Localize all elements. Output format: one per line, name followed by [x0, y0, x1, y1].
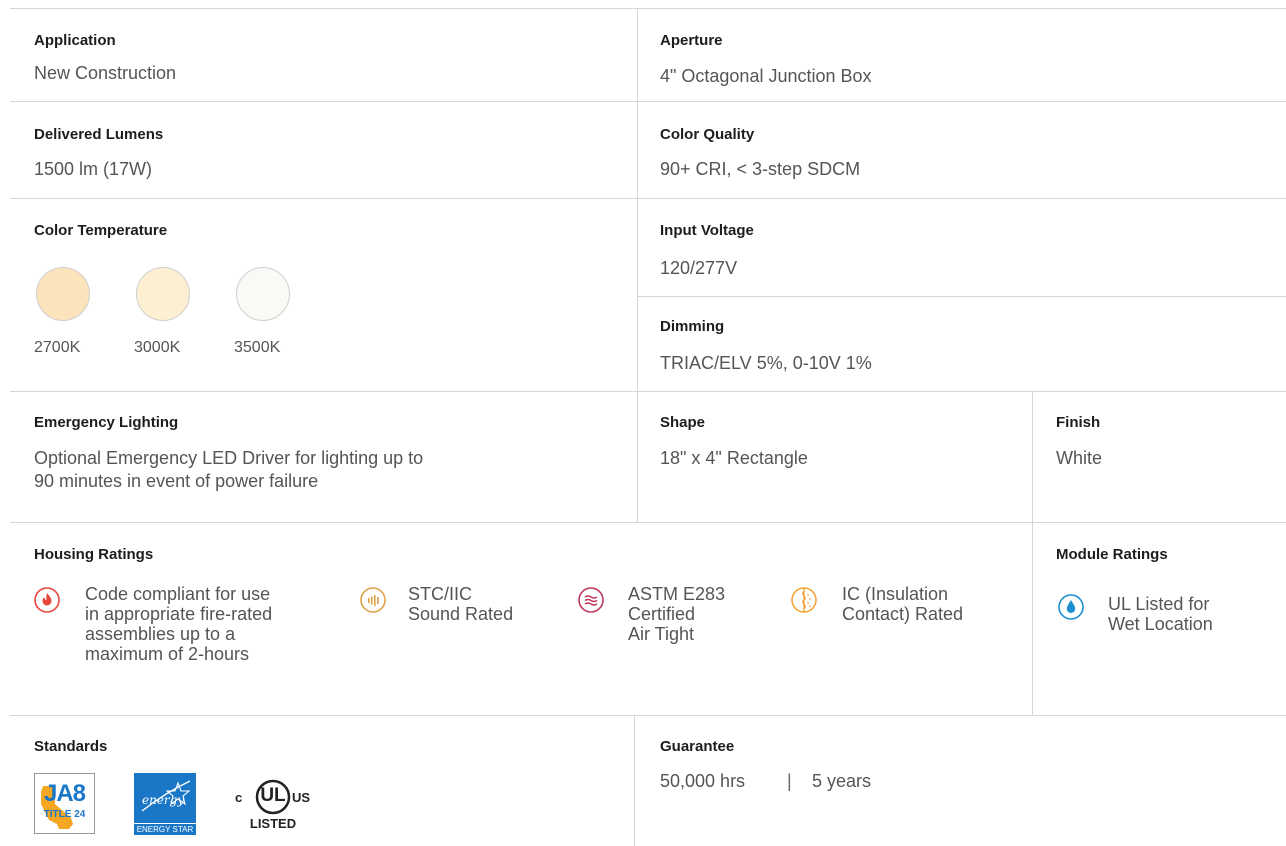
divider	[637, 8, 638, 522]
insulation-icon	[791, 587, 817, 613]
dimming-value: TRIAC/ELV 5%, 0-10V 1%	[660, 353, 872, 373]
flame-icon	[34, 587, 60, 613]
divider	[10, 715, 1286, 716]
emergency-lighting-value: Optional Emergency LED Driver for lighti…	[34, 448, 424, 468]
air-icon	[578, 587, 604, 613]
emergency-lighting-value: 90 minutes in event of power failure	[34, 471, 319, 491]
divider	[10, 391, 1286, 392]
color-swatch-label: 3000K	[134, 339, 181, 356]
ul-sub: LISTED	[249, 816, 297, 831]
housing-rating-text: IC (Insulation Contact) Rated	[842, 584, 964, 624]
energy-star-sub: ENERGY STAR	[134, 823, 196, 835]
application-label: Application	[34, 32, 116, 49]
ul-listed-badge: UL c US LISTED	[232, 775, 314, 835]
color-swatch-3500k	[236, 267, 290, 321]
divider	[10, 522, 1286, 523]
finish-label: Finish	[1056, 414, 1101, 431]
color-swatch-2700k	[36, 267, 90, 321]
emergency-lighting-label: Emergency Lighting	[34, 414, 179, 431]
energy-star-badge: energy ENERGY STAR	[134, 773, 196, 835]
divider	[637, 296, 1286, 297]
housing-rating-text: ASTM E283 Certified Air Tight	[628, 584, 726, 644]
housing-rating-text: STC/IIC Sound Rated	[408, 584, 514, 624]
color-swatch-label: 3500K	[234, 339, 281, 356]
sound-icon	[360, 587, 386, 613]
delivered-lumens-value: 1500 lm (17W)	[34, 159, 153, 179]
guarantee-years: 5 years	[812, 771, 872, 791]
ja8-main: JA8	[43, 780, 86, 807]
color-quality-label: Color Quality	[660, 126, 755, 143]
ul-right: US	[292, 790, 311, 805]
divider	[10, 8, 1286, 9]
divider	[10, 101, 1286, 102]
guarantee-label: Guarantee	[660, 738, 735, 755]
divider	[10, 198, 1286, 199]
shape-label: Shape	[660, 414, 706, 431]
water-drop-icon	[1058, 594, 1084, 620]
module-ratings-label: Module Ratings	[1056, 546, 1168, 563]
color-swatch-label: 2700K	[34, 339, 81, 356]
standards-label: Standards	[34, 738, 108, 755]
aperture-label: Aperture	[660, 32, 723, 49]
delivered-lumens-label: Delivered Lumens	[34, 126, 164, 143]
finish-value: White	[1056, 448, 1103, 468]
ja8-sub: TITLE 24	[43, 809, 86, 820]
ul-main: UL	[260, 785, 286, 806]
housing-ratings-label: Housing Ratings	[34, 546, 154, 563]
application-value: New Construction	[34, 63, 177, 83]
aperture-value: 4" Octagonal Junction Box	[660, 66, 872, 86]
color-quality-value: 90+ CRI, < 3-step SDCM	[660, 159, 861, 179]
ja8-badge: JA8 TITLE 24	[34, 773, 95, 834]
dimming-label: Dimming	[660, 318, 725, 335]
shape-value: 18" x 4" Rectangle	[660, 448, 808, 468]
color-temperature-label: Color Temperature	[34, 222, 168, 239]
color-swatch-3000k	[136, 267, 190, 321]
ul-left: c	[235, 790, 243, 805]
module-rating-text: UL Listed for Wet Location	[1108, 594, 1213, 634]
divider	[634, 715, 635, 846]
divider	[1032, 391, 1033, 715]
housing-rating-text: Code compliant for use in appropriate fi…	[85, 584, 273, 664]
energy-star-script: energy	[142, 793, 185, 807]
input-voltage-label: Input Voltage	[660, 222, 754, 239]
guarantee-separator: |	[787, 771, 792, 791]
input-voltage-value: 120/277V	[660, 258, 738, 278]
guarantee-hours: 50,000 hrs	[660, 771, 746, 791]
